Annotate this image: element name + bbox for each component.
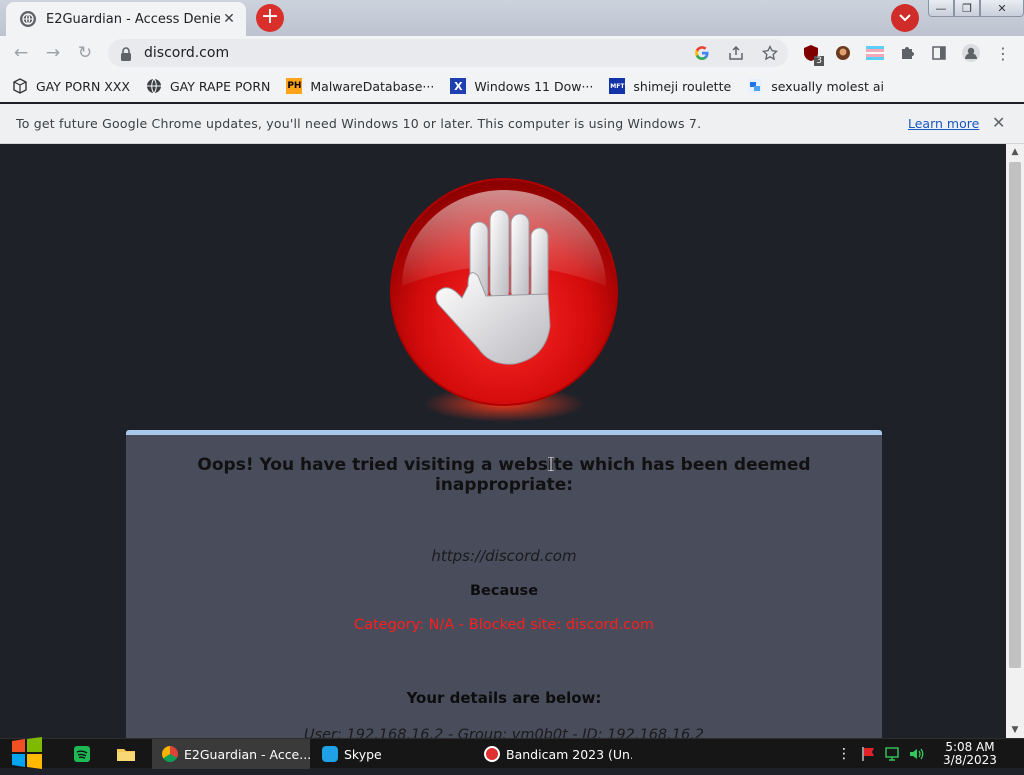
- taskbar: E2Guardian - Acce... Skype Bandicam 2023…: [0, 735, 1024, 771]
- x-icon: X: [450, 78, 467, 94]
- system-tray: ⋮: [836, 739, 924, 769]
- clock-date: 3/8/2023: [943, 753, 997, 767]
- blocked-url: https://discord.com: [431, 547, 577, 565]
- stop-hand-icon: [386, 176, 622, 426]
- taskbar-app-bandicam[interactable]: Bandicam 2023 (Un...: [474, 739, 632, 769]
- infobar-message: To get future Google Chrome updates, you…: [16, 116, 702, 131]
- taskbar-app-label: E2Guardian - Acce...: [184, 746, 310, 762]
- volume-icon[interactable]: [908, 746, 924, 762]
- active-tab[interactable]: E2Guardian - Access Denied ✕: [6, 2, 246, 36]
- ublock-icon[interactable]: 3: [800, 42, 824, 66]
- taskbar-app-label: Skype: [344, 746, 382, 762]
- forward-button[interactable]: →: [42, 42, 64, 64]
- extension-tray: 3 ⋮: [800, 42, 1014, 66]
- back-button[interactable]: ←: [10, 42, 32, 64]
- address-bar[interactable]: discord.com: [108, 39, 788, 67]
- url-text[interactable]: discord.com: [144, 45, 229, 61]
- text-cursor-icon: [548, 456, 554, 472]
- skype-icon: [322, 746, 338, 762]
- google-icon[interactable]: [692, 43, 712, 63]
- flag-extension-icon[interactable]: [864, 42, 886, 64]
- bookmark-item[interactable]: X Windows 11 Dow···: [450, 78, 593, 94]
- spotify-icon[interactable]: [70, 742, 94, 766]
- ph-icon: PH: [286, 78, 303, 94]
- infobar-close-icon[interactable]: ✕: [992, 113, 1005, 132]
- page-scrollbar[interactable]: ▲ ▼: [1006, 144, 1024, 738]
- scroll-up-button[interactable]: ▲: [1006, 144, 1024, 160]
- lock-icon[interactable]: [120, 46, 132, 61]
- bookmark-item[interactable]: GAY RAPE PORN: [146, 78, 270, 94]
- page-content: Oops! You have tried visiting a website …: [0, 144, 1006, 738]
- bookmark-label: MalwareDatabase···: [310, 78, 435, 94]
- share-icon[interactable]: [726, 43, 746, 63]
- flag-icon[interactable]: [860, 746, 876, 762]
- globe-icon: [146, 78, 162, 94]
- scroll-thumb[interactable]: [1009, 162, 1021, 668]
- bot-icon: [747, 78, 763, 94]
- update-infobar: To get future Google Chrome updates, you…: [0, 104, 1024, 144]
- record-icon: [484, 746, 500, 762]
- folder-icon[interactable]: [114, 742, 138, 766]
- taskbar-clock[interactable]: 5:08 AM 3/8/2023: [930, 741, 1010, 767]
- taskbar-app-skype[interactable]: Skype: [312, 739, 470, 769]
- tab-search-button[interactable]: [891, 4, 919, 32]
- close-window-button[interactable]: ✕: [980, 0, 1024, 17]
- star-icon[interactable]: [760, 43, 780, 63]
- profile-icon[interactable]: [960, 42, 982, 64]
- side-panel-icon[interactable]: [928, 42, 950, 64]
- new-tab-button[interactable]: +: [256, 4, 284, 32]
- mft-icon: MFT: [609, 78, 626, 94]
- reload-button[interactable]: ↻: [74, 42, 96, 64]
- start-button[interactable]: [8, 735, 46, 771]
- kebab-menu-icon[interactable]: ⋮: [992, 42, 1014, 64]
- network-icon[interactable]: [884, 746, 900, 762]
- learn-more-link[interactable]: Learn more: [908, 116, 979, 131]
- details-title: Your details are below:: [406, 689, 602, 707]
- page-title: Oops! You have tried visiting a website …: [197, 455, 811, 495]
- pack-icon: [12, 78, 28, 94]
- scroll-down-button[interactable]: ▼: [1006, 722, 1024, 738]
- bookmark-label: sexually molest ai: [771, 78, 884, 94]
- block-reason: Category: N/A - Blocked site: discord.co…: [353, 617, 654, 633]
- maximize-button[interactable]: ❐: [954, 0, 980, 17]
- chevron-down-icon: [899, 14, 911, 22]
- bookmark-label: GAY PORN XXX: [36, 78, 130, 94]
- tray-overflow-icon[interactable]: ⋮: [836, 746, 852, 762]
- globe-icon: [20, 11, 36, 27]
- bookmark-item[interactable]: sexually molest ai: [747, 78, 884, 94]
- minimize-button[interactable]: —: [928, 0, 954, 17]
- browser-toolbar: ← → ↻ discord.com 3 ⋮: [0, 36, 1024, 70]
- tab-title: E2Guardian - Access Denied: [46, 11, 220, 27]
- browser-titlebar: E2Guardian - Access Denied ✕ + — ❐ ✕: [0, 0, 1024, 36]
- puzzle-icon[interactable]: [896, 42, 918, 64]
- chrome-icon: [162, 746, 178, 762]
- avatar-extension-icon[interactable]: [832, 42, 854, 64]
- taskbar-app-label: Bandicam 2023 (Un...: [506, 746, 632, 762]
- user-details: User: 192.168.16.2 - Group: vm0b0t - ID:…: [303, 727, 705, 738]
- tab-close-icon[interactable]: ✕: [220, 11, 238, 27]
- bookmark-label: shimeji roulette: [633, 78, 732, 94]
- because-label: Because: [469, 583, 539, 599]
- window-controls: — ❐ ✕: [928, 0, 1024, 18]
- access-denied-card: Oops! You have tried visiting a website …: [126, 430, 882, 738]
- bookmark-label: Windows 11 Dow···: [474, 78, 594, 94]
- taskbar-app-chrome[interactable]: E2Guardian - Acce...: [152, 739, 310, 769]
- bookmark-item[interactable]: PH MalwareDatabase···: [286, 78, 434, 94]
- bookmark-item[interactable]: GAY PORN XXX: [12, 78, 130, 94]
- extension-badge: 3: [814, 56, 824, 66]
- bookmarks-bar: GAY PORN XXX GAY RAPE PORN PH MalwareDat…: [0, 70, 1024, 102]
- bookmark-item[interactable]: MFT shimeji roulette: [609, 78, 731, 94]
- bookmark-label: GAY RAPE PORN: [169, 78, 271, 94]
